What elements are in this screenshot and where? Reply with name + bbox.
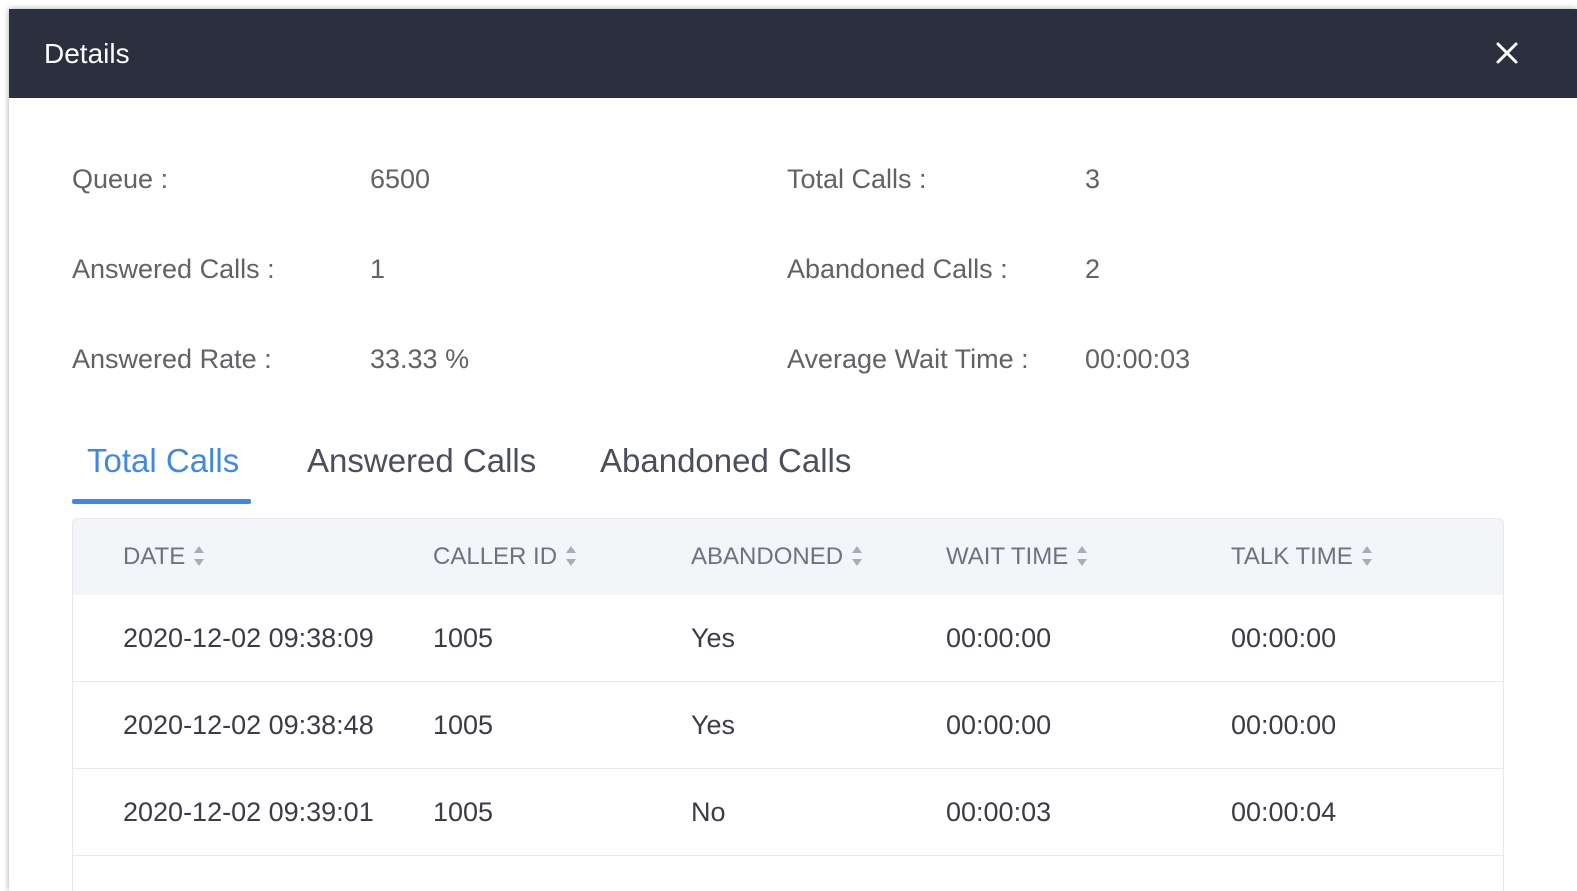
cell-date: 2020-12-02 09:39:01 (123, 797, 374, 827)
column-header-label: TALK TIME (1231, 543, 1353, 570)
abandoned-calls-value: 2 (1085, 254, 1101, 284)
details-dialog: Details Queue : 6500 Total Calls : 3 Ans… (9, 9, 1577, 891)
cell-caller-id: 1005 (433, 710, 494, 740)
tab-total-calls[interactable]: Total Calls (87, 434, 239, 500)
sort-icon[interactable] (193, 544, 205, 568)
cell-talk-time: 00:00:04 (1231, 797, 1337, 827)
table-row: 2020-12-02 09:38:48 1005 Yes 00:00:00 00… (73, 682, 1503, 769)
column-header-abandoned[interactable]: ABANDONED (691, 519, 863, 595)
column-header-date[interactable]: DATE (123, 519, 205, 595)
answered-calls-label: Answered Calls : (72, 254, 275, 284)
column-header-wait-time[interactable]: WAIT TIME (946, 519, 1088, 595)
column-header-caller-id[interactable]: CALLER ID (433, 519, 577, 595)
sort-icon[interactable] (565, 544, 577, 568)
column-header-talk-time[interactable]: TALK TIME (1231, 519, 1373, 595)
sort-icon[interactable] (1076, 544, 1088, 568)
tab-answered-calls[interactable]: Answered Calls (307, 434, 536, 500)
tab-bar: Total Calls Answered Calls Abandoned Cal… (72, 434, 1502, 504)
answered-calls-value: 1 (370, 254, 386, 284)
column-header-label: CALLER ID (433, 543, 558, 570)
close-icon (1496, 42, 1518, 64)
cell-abandoned: Yes (691, 710, 736, 740)
dialog-titlebar: Details (9, 9, 1577, 98)
cell-date: 2020-12-02 09:38:48 (123, 710, 374, 740)
cell-talk-time: 00:00:00 (1231, 623, 1337, 653)
cell-talk-time: 00:00:00 (1231, 710, 1337, 740)
avg-wait-time-value: 00:00:03 (1085, 344, 1191, 374)
sort-icon[interactable] (851, 544, 863, 568)
active-tab-indicator (72, 499, 251, 504)
calls-table: DATE CALLER ID ABANDONED WAIT TIME TALK … (72, 518, 1504, 891)
total-calls-label: Total Calls : (787, 164, 927, 194)
dialog-title: Details (44, 38, 130, 69)
table-row: 2020-12-02 09:38:09 1005 Yes 00:00:00 00… (73, 595, 1503, 682)
table-row: 2020-12-02 09:39:01 1005 No 00:00:03 00:… (73, 769, 1503, 856)
close-button[interactable] (1489, 35, 1525, 71)
cell-wait-time: 00:00:00 (946, 710, 1052, 740)
answered-rate-value: 33.33 % (370, 344, 470, 374)
total-calls-value: 3 (1085, 164, 1101, 194)
column-header-label: ABANDONED (691, 543, 844, 570)
queue-label: Queue : (72, 164, 169, 194)
cell-abandoned: Yes (691, 623, 736, 653)
cell-caller-id: 1005 (433, 797, 494, 827)
avg-wait-time-label: Average Wait Time : (787, 344, 1029, 374)
cell-wait-time: 00:00:00 (946, 623, 1052, 653)
queue-value: 6500 (370, 164, 431, 194)
column-header-label: DATE (123, 543, 186, 570)
column-header-label: WAIT TIME (946, 543, 1069, 570)
tab-abandoned-calls[interactable]: Abandoned Calls (600, 434, 851, 500)
table-header: DATE CALLER ID ABANDONED WAIT TIME TALK … (73, 519, 1503, 595)
sort-icon[interactable] (1361, 544, 1373, 568)
abandoned-calls-label: Abandoned Calls : (787, 254, 1008, 284)
answered-rate-label: Answered Rate : (72, 344, 272, 374)
cell-date: 2020-12-02 09:38:09 (123, 623, 374, 653)
cell-caller-id: 1005 (433, 623, 494, 653)
cell-wait-time: 00:00:03 (946, 797, 1052, 827)
cell-abandoned: No (691, 797, 726, 827)
